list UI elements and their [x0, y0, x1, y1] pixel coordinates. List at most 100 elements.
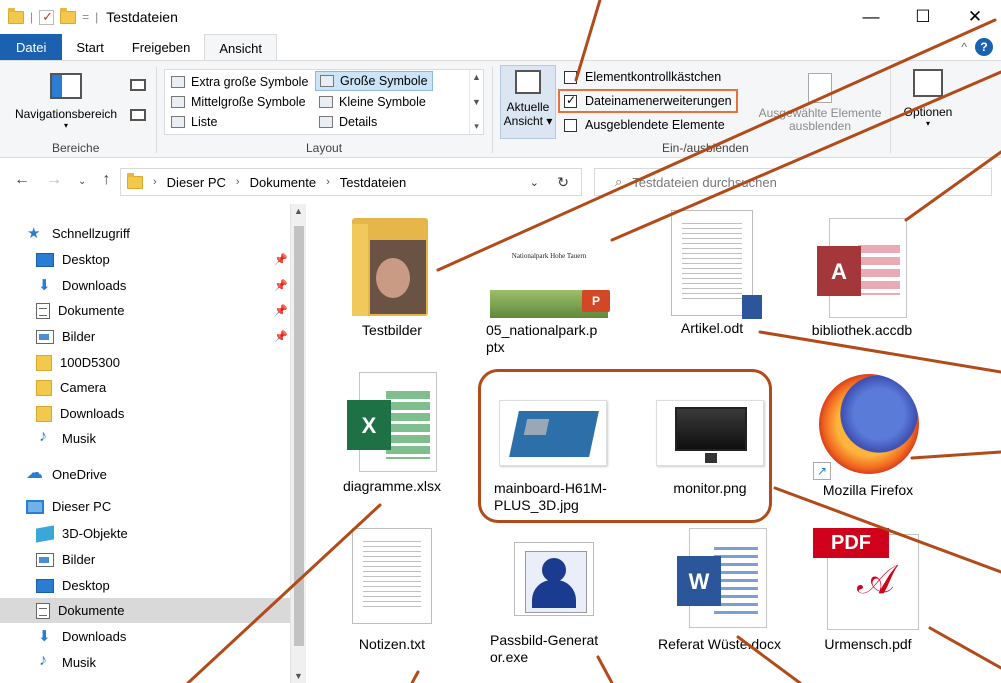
layout-list[interactable]: Liste — [167, 112, 221, 132]
up-arrow-icon[interactable]: ↑ — [102, 171, 110, 193]
file-tile-passbild-generator[interactable]: Passbild-Generator.exe — [484, 528, 624, 666]
shortcut-arrow-icon: ↗ — [813, 462, 831, 480]
tab-start[interactable]: Start — [62, 34, 117, 61]
checkbox-icon[interactable] — [564, 118, 577, 132]
access-icon: A — [817, 218, 907, 318]
file-tile-bibliothek-accdb[interactable]: A bibliothek.accdb — [792, 218, 932, 339]
chevron-right-icon[interactable]: › — [153, 176, 157, 188]
file-tile-05-nationalpark[interactable]: Nationalpark Hohe Tauern P 05_nationalpa… — [480, 222, 620, 356]
scrollbar-thumb[interactable] — [294, 226, 304, 646]
tab-datei[interactable]: Datei — [0, 34, 63, 61]
new-folder-icon[interactable] — [60, 7, 77, 24]
sidebar-item-desktop[interactable]: Desktop 📌 — [0, 247, 290, 272]
help-icon[interactable]: ? — [975, 38, 993, 56]
minimize-button[interactable]: — — [845, 0, 897, 34]
chevron-right-icon[interactable]: › — [236, 176, 240, 188]
sidebar-item-downloads-pc[interactable]: Downloads — [0, 624, 290, 649]
address-dropdown-icon[interactable]: ⌄ — [530, 176, 539, 189]
checkbox-elementkontrollkaestchen[interactable]: Elementkontrollkästchen — [564, 67, 721, 87]
medium-icons-icon — [171, 96, 185, 108]
layout-large-icons[interactable]: Große Symbole — [315, 71, 433, 91]
close-button[interactable]: ✕ — [949, 0, 1001, 34]
file-name: Notizen.txt — [358, 636, 426, 652]
checkbox-ausgeblendete-elemente[interactable]: Ausgeblendete Elemente — [564, 115, 725, 135]
desktop-icon — [36, 252, 54, 267]
aktuelle-ansicht-button[interactable]: Aktuelle Ansicht ▾ — [500, 65, 556, 139]
sidebar-item-musik[interactable]: Musik — [0, 426, 290, 451]
ausgewaehlte-elemente-ausblenden-button[interactable]: Ausgewählte Elemente ausblenden — [756, 73, 884, 133]
window-title: Testdateien — [106, 9, 178, 25]
optionen-button[interactable]: Optionen ▾ — [898, 69, 958, 128]
file-tile-referat-wueste[interactable]: W Referat Wüste.docx — [652, 528, 792, 653]
layout-details[interactable]: Details — [315, 112, 381, 132]
refresh-icon[interactable]: ↻ — [557, 174, 569, 191]
scroll-up-icon[interactable]: ▲ — [294, 206, 303, 216]
tab-ansicht[interactable]: Ansicht — [204, 34, 278, 61]
preview-pane-icon[interactable] — [130, 79, 146, 91]
sidebar-item-schnellzugriff[interactable]: Schnellzugriff — [0, 221, 290, 246]
file-tile-diagramme-xlsx[interactable]: X diagramme.xlsx — [322, 372, 462, 495]
maximize-button[interactable]: ☐ — [897, 0, 949, 34]
sidebar-item-100d5300[interactable]: 100D5300 — [0, 350, 290, 375]
checkbox-checked-icon[interactable] — [564, 93, 577, 108]
file-tile-urmensch-pdf[interactable]: PDF 𝒜 Urmensch.pdf — [798, 528, 938, 653]
sidebar-item-dieser-pc[interactable]: Dieser PC — [0, 494, 290, 519]
search-icon: ⌕ — [615, 174, 623, 189]
pin-icon[interactable]: 📌 — [274, 279, 288, 292]
music-icon — [36, 428, 54, 446]
file-tile-testbilder[interactable]: Testbilder — [322, 218, 462, 339]
layout-gallery: Extra große Symbole Große Symbole Mittel… — [164, 69, 484, 135]
sidebar-item-3d-objekte[interactable]: 3D-Objekte — [0, 521, 290, 546]
address-bar[interactable]: › Dieser PC › Dokumente › Testdateien ⌄ … — [120, 168, 582, 196]
download-icon — [36, 627, 54, 645]
sidebar-item-bilder-pc[interactable]: Bilder — [0, 547, 290, 572]
pin-icon[interactable]: 📌 — [274, 253, 288, 266]
hide-selected-icon — [808, 73, 832, 103]
navigationsbereich-button[interactable]: Navigationsbereich ▾ — [8, 69, 124, 130]
word-icon: W — [677, 528, 767, 628]
sidebar-scrollbar[interactable]: ▲ ▼ — [290, 204, 306, 683]
scroll-down-icon[interactable]: ▼ — [294, 671, 303, 681]
layout-extra-large-icons[interactable]: Extra große Symbole — [167, 72, 312, 92]
sidebar-item-dokumente-pc[interactable]: Dokumente — [0, 598, 290, 623]
sidebar-item-dokumente[interactable]: Dokumente 📌 — [0, 298, 290, 323]
recent-locations-icon[interactable]: ⌄ — [78, 171, 86, 193]
breadcrumb-testdateien[interactable]: Testdateien — [340, 175, 407, 190]
file-tile-notizen-txt[interactable]: Notizen.txt — [322, 528, 462, 653]
file-tile-mozilla-firefox[interactable]: ↗ Mozilla Firefox — [798, 370, 938, 499]
properties-icon[interactable] — [39, 9, 55, 25]
chevron-right-icon[interactable]: › — [326, 176, 330, 188]
details-pane-icon[interactable] — [130, 109, 146, 121]
breadcrumb-dokumente[interactable]: Dokumente — [250, 175, 316, 190]
ribbon-divider — [156, 67, 157, 153]
sidebar-item-onedrive[interactable]: OneDrive — [0, 462, 290, 487]
tab-freigeben[interactable]: Freigeben — [118, 34, 205, 61]
layout-medium-icons[interactable]: Mittelgroße Symbole — [167, 92, 310, 112]
sidebar-item-camera[interactable]: Camera — [0, 375, 290, 400]
desktop-icon — [36, 578, 54, 593]
checkbox-dateinamenerweiterungen[interactable]: Dateinamenerweiterungen — [558, 89, 738, 113]
ribbon-collapse-icon[interactable]: ^ — [961, 40, 967, 54]
pin-icon[interactable]: 📌 — [274, 330, 288, 343]
group-label-ein-ausblenden: Ein-/ausblenden — [662, 141, 749, 155]
pin-icon[interactable]: 📌 — [274, 304, 288, 317]
annotation-highlight-frame — [478, 369, 772, 523]
layout-small-icons[interactable]: Kleine Symbole — [315, 92, 430, 112]
sidebar-item-downloads-folder[interactable]: Downloads — [0, 401, 290, 426]
sidebar-item-musik-pc[interactable]: Musik — [0, 650, 290, 675]
back-arrow-icon[interactable]: ← — [14, 171, 30, 193]
pptx-thumbnail: Nationalpark Hohe Tauern P — [490, 222, 610, 318]
forward-arrow-icon[interactable]: → — [46, 171, 62, 193]
breadcrumb-dieser-pc[interactable]: Dieser PC — [167, 175, 226, 190]
sidebar-item-bilder[interactable]: Bilder 📌 — [0, 324, 290, 349]
sidebar-item-downloads[interactable]: Downloads📌 — [0, 273, 290, 298]
file-name: 05_nationalpark.pptx — [486, 322, 598, 355]
sidebar-item-desktop-pc[interactable]: Desktop — [0, 573, 290, 598]
folder-icon[interactable] — [8, 7, 24, 24]
checkbox-icon[interactable] — [564, 70, 577, 84]
search-input[interactable]: ⌕ Testdateien durchsuchen — [594, 168, 992, 196]
folder-icon — [127, 172, 143, 189]
file-tile-artikel-odt[interactable]: Artikel.odt — [642, 210, 782, 337]
layout-scroll[interactable]: ▲ ▼ ▾ — [469, 70, 483, 134]
qat-dropdown-icon[interactable]: = — [82, 10, 89, 24]
